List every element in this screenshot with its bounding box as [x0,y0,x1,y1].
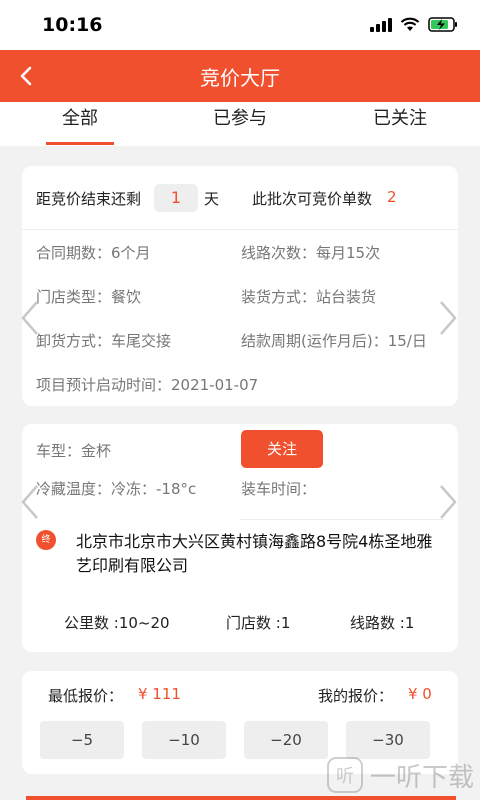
route-times: 线路次数：每月15次 [241,244,381,262]
svg-text:听: 听 [336,766,354,787]
carousel-next-button[interactable] [436,482,460,522]
my-price-value: ¥ 0 [408,685,432,703]
wifi-icon [400,17,420,31]
unloading-method: 卸货方式：车尾交接 [36,332,172,350]
status-bar: 10:16 [0,0,480,50]
decrease-20-button[interactable]: −20 [244,721,328,759]
submit-button-edge[interactable] [26,796,456,800]
tab-joined[interactable]: 已参与 [200,104,280,146]
route-count: 线路数 :1 [350,614,415,632]
my-price-label: 我的报价： [318,687,394,705]
lowest-price-value: ¥ 111 [138,685,181,703]
watermark: 听 一听下载 [326,756,474,794]
loading-time: 装车时间： [241,480,317,498]
battery-charging-icon [428,17,457,32]
decrease-5-button[interactable]: −5 [40,721,124,759]
remain-unit: 天 [204,190,220,208]
active-tab-indicator [46,142,114,145]
tab-followed[interactable]: 已关注 [360,104,440,146]
store-count: 门店数 :1 [226,614,291,632]
contract-period: 合同期数：6个月 [36,244,151,262]
bid-detail-card: 车型：金杯 关注 冷藏温度：冷冻：-18°c 装车时间： 终 北京市北京市大兴区… [22,424,458,652]
carousel-prev-button[interactable] [18,482,42,522]
divider [240,519,444,520]
chevron-right-icon [440,301,457,335]
location-marker-icon: 终 [36,530,56,550]
loading-method: 装货方式：站台装货 [241,288,377,306]
vehicle-type: 车型：金杯 [36,442,112,460]
decrease-30-button[interactable]: −30 [346,721,430,759]
watermark-logo-icon: 听 [326,757,363,793]
nav-bar: 竞价大厅 [0,50,480,102]
status-icons [370,17,458,32]
tab-bar: 全部 已参与 已关注 [0,102,480,146]
chevron-right-icon [440,485,457,519]
carousel-prev-button[interactable] [18,298,42,338]
status-time: 10:16 [42,14,103,36]
start-time: 项目预计启动时间：2021-01-07 [36,376,259,394]
batch-count: 2 [387,188,397,206]
bid-summary-card: 距竞价结束还剩 1 天 此批次可竞价单数 2 合同期数：6个月 线路次数：每月1… [22,166,458,406]
tab-all[interactable]: 全部 [46,104,114,146]
follow-button[interactable]: 关注 [241,430,323,468]
store-type: 门店类型：餐饮 [36,288,142,306]
page-title: 竞价大厅 [200,66,280,90]
remain-days-value: 1 [154,184,198,212]
cold-temperature: 冷藏温度：冷冻：-18°c [36,480,197,498]
payment-cycle: 结款周期(运作月后)：15/日 [241,332,427,350]
delivery-address: 北京市北京市大兴区黄村镇海鑫路8号院4栋圣地雅艺印刷有限公司 [76,532,433,575]
carousel-next-button[interactable] [436,298,460,338]
divider [22,229,458,230]
batch-label: 此批次可竞价单数 [252,190,373,208]
cellular-signal-icon [370,17,392,32]
chevron-left-icon [21,301,38,335]
decrease-10-button[interactable]: −10 [142,721,226,759]
chevron-left-icon [21,485,38,519]
watermark-text: 一听下载 [369,762,474,793]
lowest-price-label: 最低报价： [48,687,124,705]
remain-label: 距竞价结束还剩 [36,190,142,208]
distance: 公里数 :10~20 [64,614,170,632]
